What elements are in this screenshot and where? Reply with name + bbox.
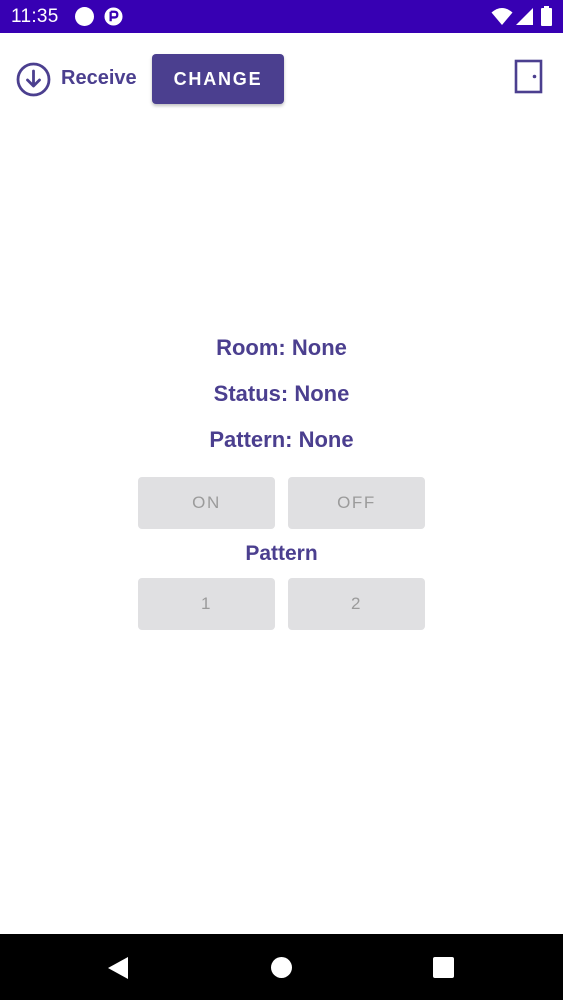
pattern-2-button[interactable]: 2 [288,578,425,630]
status-time: 11:35 [11,6,59,27]
off-button[interactable]: OFF [288,477,425,529]
pattern-1-button[interactable]: 1 [138,578,275,630]
recents-icon[interactable] [433,957,454,978]
receive-label[interactable]: Receive [61,67,137,90]
room-label: Room: None [216,335,347,360]
door-icon[interactable] [514,59,544,94]
on-button[interactable]: ON [138,477,275,529]
back-icon[interactable] [107,956,129,980]
pattern-heading: Pattern [245,542,318,565]
status-bar: 11:35 [0,0,563,33]
change-button[interactable]: CHANGE [152,54,284,104]
navigation-bar [0,934,563,1000]
signal-icon [516,8,533,25]
pattern-label: Pattern: None [209,427,354,452]
notification-dot-icon [75,7,94,26]
wifi-icon [491,8,513,25]
home-icon[interactable] [271,957,292,978]
status-label: Status: None [213,381,350,406]
app-notification-icon [104,7,123,26]
battery-icon [541,6,552,26]
download-circle-icon[interactable] [16,62,51,97]
